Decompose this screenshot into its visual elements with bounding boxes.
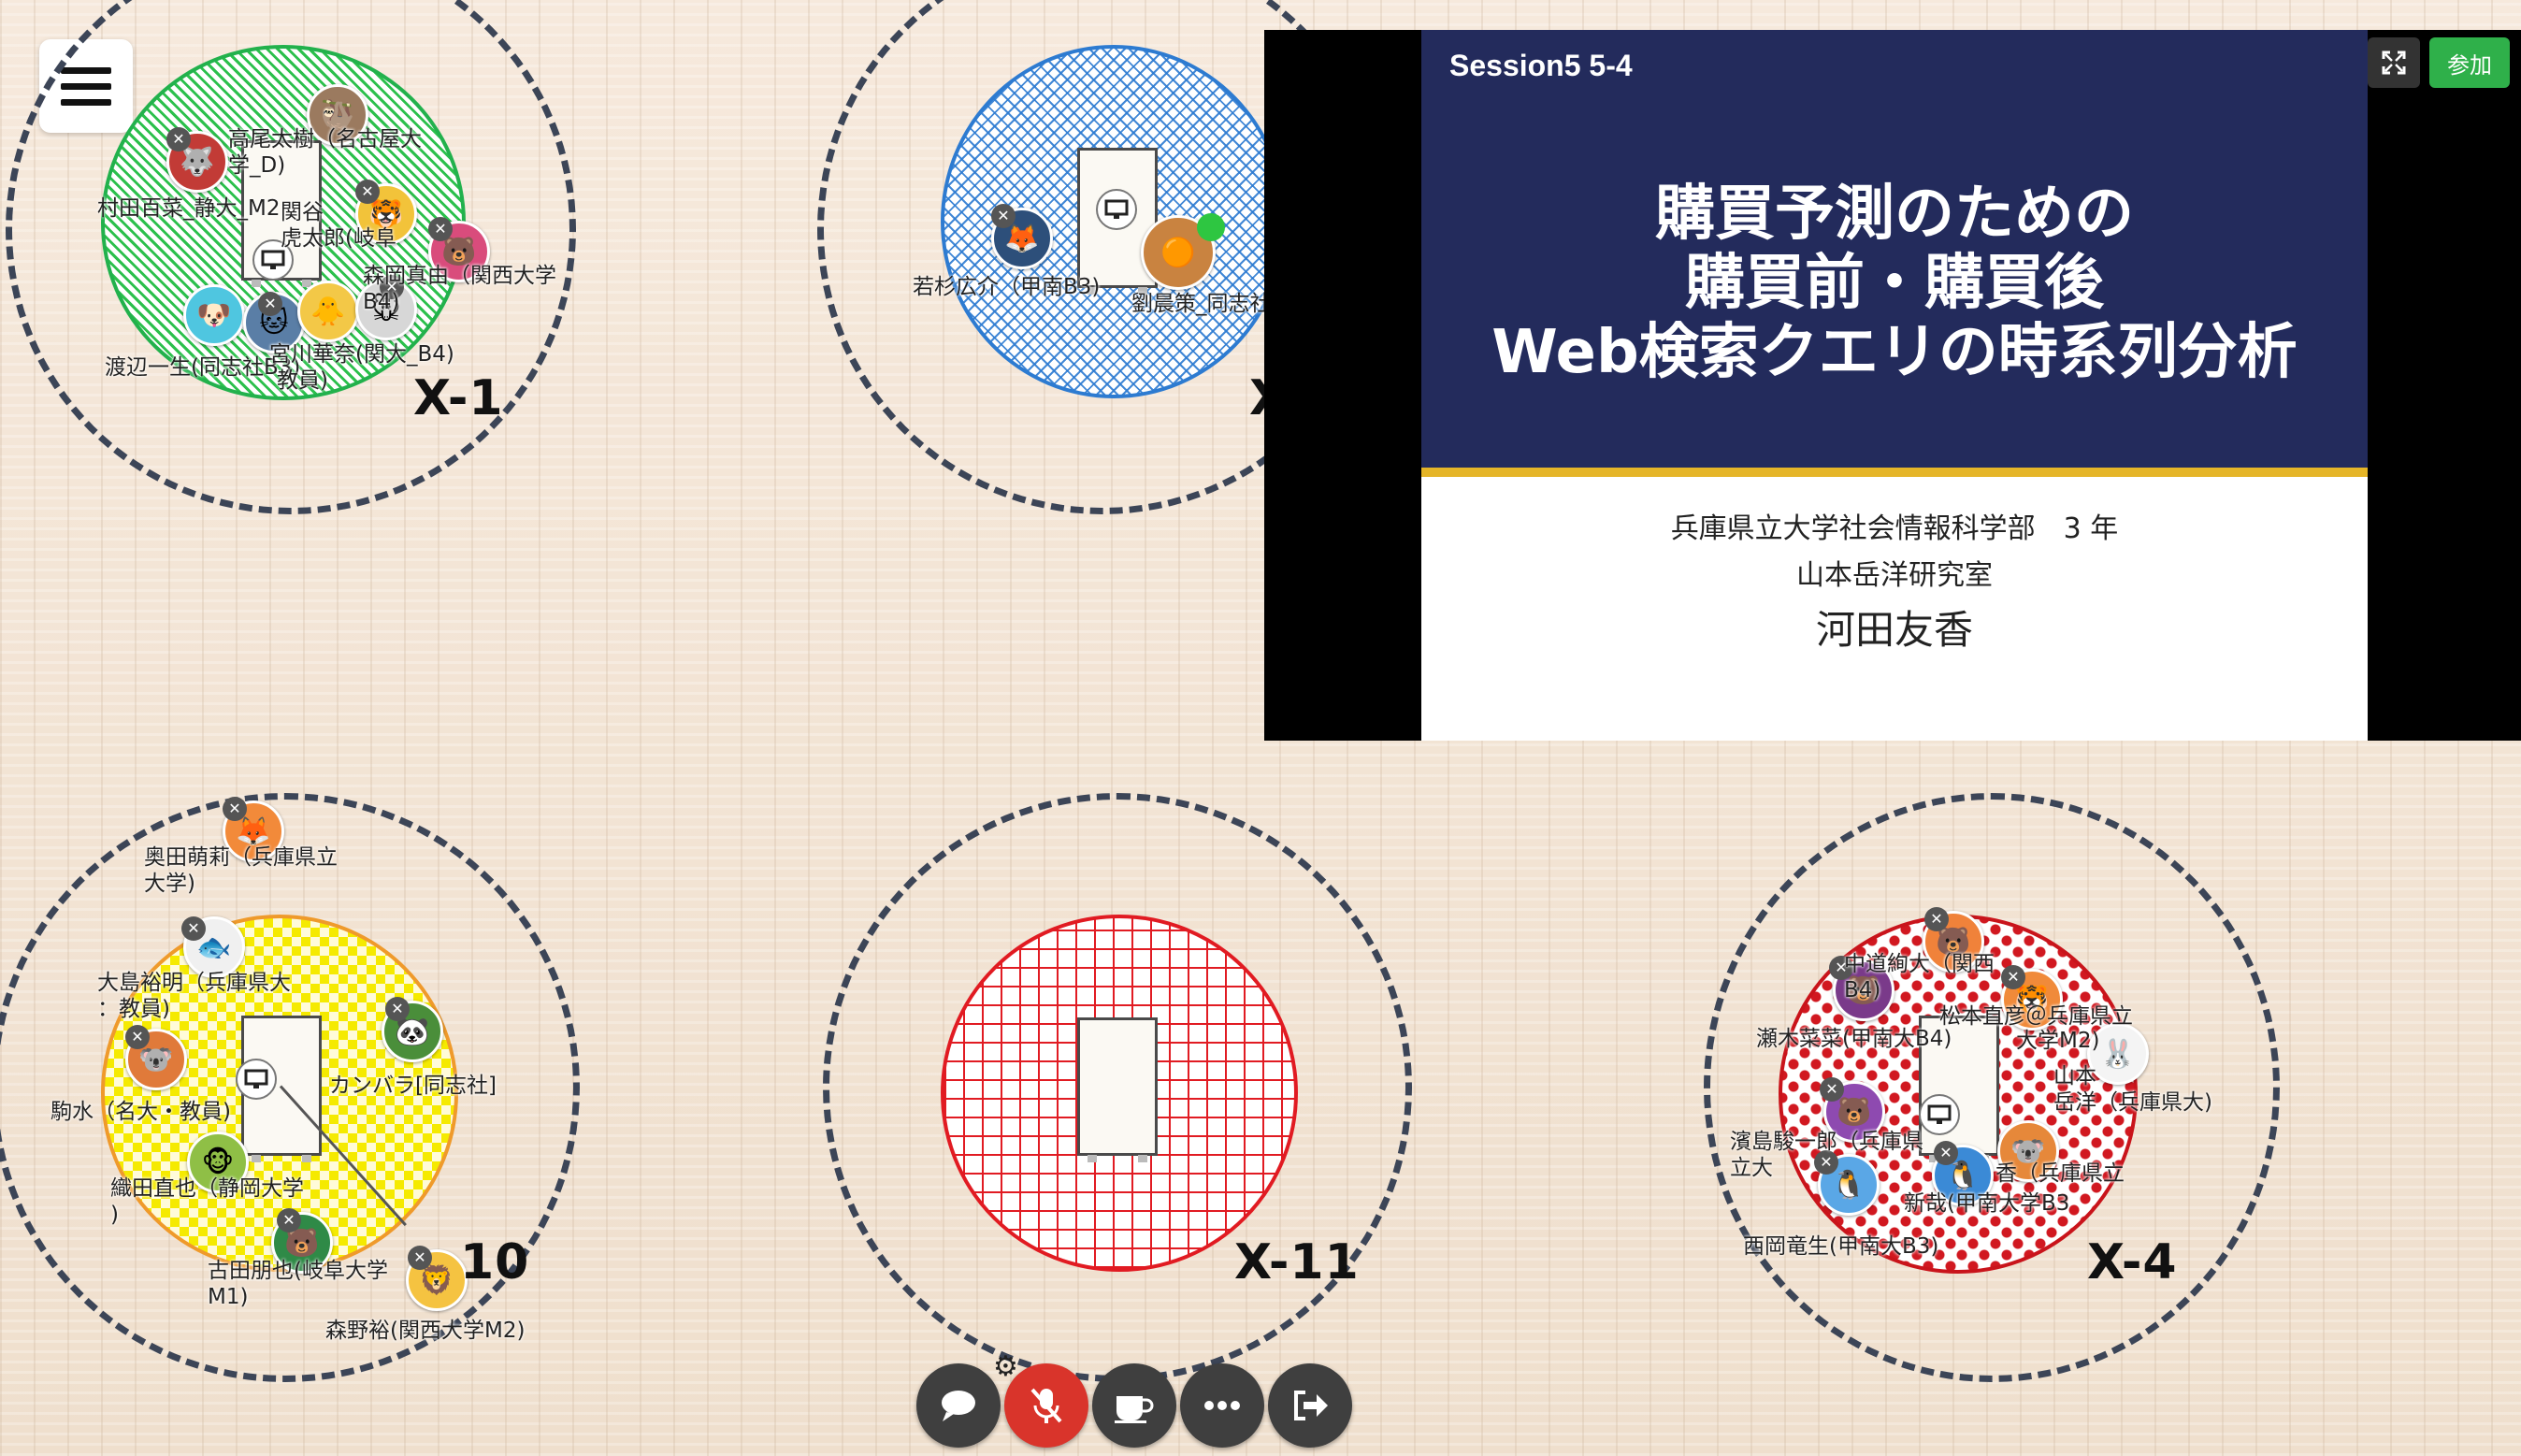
- participant-name: 濱島駿一郎（兵庫県 立大: [1730, 1130, 1923, 1180]
- screen-share-icon[interactable]: [236, 1059, 277, 1100]
- mic-off-icon: ✕: [181, 916, 206, 941]
- participant-name: カンバラ[同志社]: [329, 1074, 497, 1098]
- mic-off-icon: ✕: [1820, 1077, 1844, 1102]
- expand-button[interactable]: [2368, 37, 2420, 88]
- session-tag: Session5 5-4: [1449, 49, 1633, 82]
- participant-name: 香（兵庫県立: [1995, 1161, 2125, 1186]
- more-button[interactable]: [1180, 1363, 1264, 1448]
- slide-accent-bar: [1421, 468, 2368, 477]
- chat-icon: [942, 1391, 975, 1421]
- slide-title: 購買予測のための 購買前・購買後 Web検索クエリの時系列分析: [1421, 180, 2368, 387]
- slide-title-line: Web検索クエリの時系列分析: [1491, 318, 2298, 387]
- table-label: X-1: [413, 370, 504, 426]
- mic-off-icon: ✕: [1924, 907, 1949, 931]
- screen-share-icon[interactable]: [1919, 1094, 1960, 1135]
- participant-name: 教員): [277, 368, 328, 393]
- participant-avatar[interactable]: 🐶: [183, 284, 245, 346]
- mic-off-icon: ✕: [991, 204, 1016, 228]
- table-label: 10: [460, 1234, 530, 1290]
- mic-off-icon: ✕: [258, 292, 282, 316]
- participant-name: 劉晨策_同志社B: [1131, 292, 1287, 316]
- participant-name: 新哉(甲南大学B3: [1904, 1191, 2070, 1216]
- participant-name: 大学M2): [2016, 1029, 2100, 1053]
- coffee-icon: [1115, 1396, 1154, 1423]
- participant-name: 宮川華奈(関大_B4): [269, 342, 454, 367]
- slide-title-line: 購買予測のための: [1655, 180, 2134, 249]
- participant-name: 関谷 虎太郎(岐阜: [281, 200, 396, 251]
- participant-name: 松本直彦＠兵庫県立: [1939, 1004, 2133, 1029]
- slide-affiliation: 兵庫県立大学社会情報科学部 3 年: [1670, 512, 2119, 545]
- participant-name: 織田直也（静岡大学 ): [110, 1176, 304, 1227]
- participant-name: 古田朋也(岐阜大学 M1): [208, 1259, 388, 1309]
- coffee-break-button[interactable]: [1092, 1363, 1176, 1448]
- participant-name: 駒水（名大・教員): [50, 1100, 231, 1124]
- table-x2[interactable]: 🦊 ✕ 🟠 若杉広介（甲南B3) 劉晨策_同志社B X: [804, 0, 1388, 524]
- screen-share-panel[interactable]: Session5 5-4 購買予測のための 購買前・購買後 Web検索クエリの時…: [1264, 30, 2521, 741]
- presentation-slide: Session5 5-4 購買予測のための 購買前・購買後 Web検索クエリの時…: [1421, 30, 2368, 741]
- participant-avatar[interactable]: 🐥: [297, 281, 359, 342]
- mic-muted-icon: [1030, 1388, 1062, 1423]
- participant-name: 森野裕(関西大学M2): [325, 1319, 526, 1343]
- speaking-indicator: [1197, 213, 1225, 241]
- mic-off-icon: ✕: [385, 997, 410, 1021]
- exit-icon: [1294, 1391, 1328, 1420]
- table-x10[interactable]: 🦊 ✕ 🐟 ✕ 🐼 ✕ 🐨 ✕ 🐵 🐻 ✕ 🦁 ✕ 奥田萌莉（兵庫県立 大学) …: [0, 786, 598, 1384]
- participant-name: 奥田萌莉（兵庫県立 大学): [144, 845, 338, 896]
- participant-name: 村田百菜_静大_M2: [97, 196, 281, 221]
- mic-off-icon: ✕: [166, 127, 191, 151]
- chat-button[interactable]: [916, 1363, 1001, 1448]
- mic-off-icon: ✕: [2001, 965, 2025, 989]
- slide-header: Session5 5-4 購買予測のための 購買前・購買後 Web検索クエリの時…: [1421, 30, 2368, 468]
- participant-name: 高尾太樹（名古屋大 学_D): [228, 127, 422, 178]
- mic-off-icon: ✕: [125, 1025, 150, 1049]
- mic-toggle-button[interactable]: [1004, 1363, 1088, 1448]
- participant-name: 大島裕明（兵庫県大 ：教員): [97, 971, 291, 1021]
- table-x1[interactable]: 🦥 🐺 ✕ 🐯 ✕ 🐻 ✕ 🐶 🐱 ✕ 🐥 🐭 ✕ 高尾太樹（名古屋大 学_D)…: [0, 0, 598, 524]
- mic-off-icon: ✕: [223, 797, 247, 821]
- table-x11-desk[interactable]: [1077, 1017, 1158, 1162]
- slide-lab: 山本岳洋研究室: [1796, 559, 1993, 592]
- screen-share-icon[interactable]: [1096, 189, 1137, 230]
- mic-off-icon: ✕: [1934, 1141, 1958, 1165]
- expand-icon: [2382, 50, 2406, 75]
- more-icon: [1204, 1401, 1240, 1410]
- table-x11[interactable]: X-11: [814, 786, 1449, 1384]
- mic-off-icon: ✕: [428, 217, 453, 241]
- table-label: X-11: [1234, 1234, 1360, 1290]
- participant-name: 森岡真由（関西大学 B4): [363, 264, 556, 314]
- exit-button[interactable]: [1268, 1363, 1352, 1448]
- participant-name: 瀬木菜菜(甲南大B4): [1756, 1027, 1952, 1051]
- participant-name: 中道絢大（関西 B4): [1844, 952, 1995, 1002]
- table-x4[interactable]: 🐻 ✕ 🐻 ✕ 🐯 ✕ 🐰 🐻 ✕ 🐨 🐧 ✕ 🐧 ✕ 中道絢大（関西 B4) …: [1683, 786, 2282, 1384]
- table-label: X-4: [2087, 1234, 2178, 1290]
- participant-name: 若杉広介（甲南B3): [913, 275, 1101, 299]
- slide-title-line: 購買前・購買後: [1685, 249, 2104, 318]
- join-button[interactable]: 参加: [2429, 37, 2510, 88]
- mic-off-icon: ✕: [408, 1246, 432, 1270]
- participant-name: 西岡竜生(甲南大B3): [1743, 1234, 1939, 1259]
- slide-presenter: 河田友香: [1815, 607, 1973, 653]
- participant-name: 山本 岳洋（兵庫県大): [2053, 1064, 2212, 1115]
